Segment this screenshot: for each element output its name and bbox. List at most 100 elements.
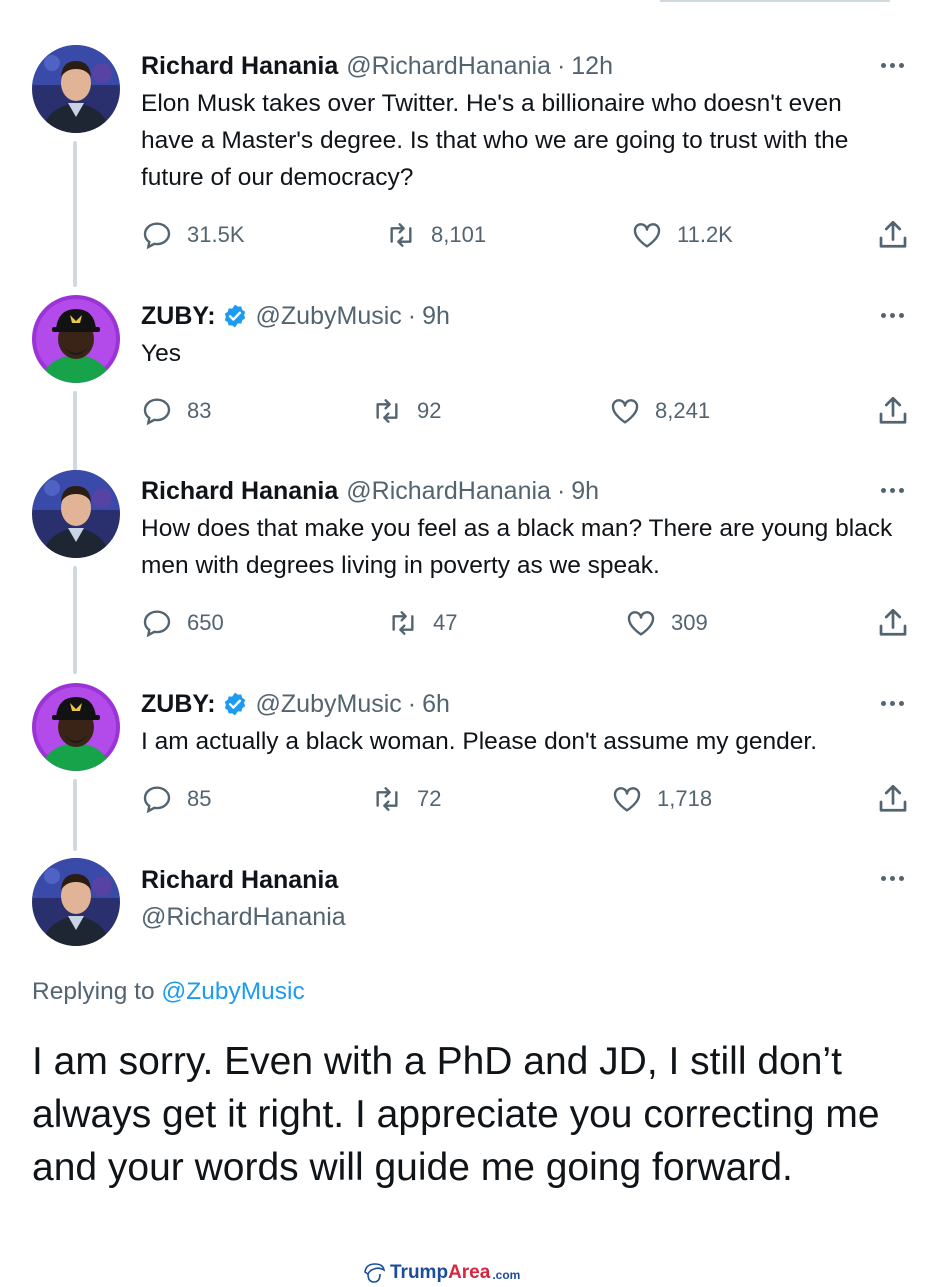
avatar-zuby[interactable]	[32, 683, 120, 771]
share-icon	[879, 784, 907, 812]
share-icon	[879, 220, 907, 248]
author-handle[interactable]: @ZubyMusic	[256, 302, 402, 331]
like-icon	[613, 787, 641, 812]
like-icon	[627, 611, 655, 636]
reply-button[interactable]: 650	[141, 605, 224, 641]
share-button[interactable]	[875, 393, 911, 429]
thread-line	[73, 141, 77, 287]
reply-icon	[143, 398, 171, 426]
watermark-com: .com	[492, 1268, 521, 1282]
like-count: 11.2K	[677, 222, 733, 247]
thread-line	[73, 566, 77, 674]
main-author-handle[interactable]: @RichardHanania	[141, 903, 346, 932]
tweet-actions: 85 72 1,718	[141, 781, 911, 817]
reply-count: 31.5K	[187, 222, 245, 247]
verified-icon	[224, 692, 245, 716]
timestamp[interactable]: 12h	[571, 52, 613, 81]
like-count: 1,718	[657, 786, 713, 811]
tweet-actions: 650 47 309	[141, 605, 911, 641]
tweet-actions: 31.5K 8,101 11.2K	[141, 217, 911, 253]
retweet-button[interactable]: 92	[371, 393, 441, 429]
tweet-text: Yes	[141, 340, 181, 367]
retweet-button[interactable]: 47	[387, 605, 457, 641]
author-name[interactable]: Richard Hanania	[141, 52, 338, 81]
retweet-button[interactable]: 8,101	[385, 217, 486, 253]
avatar-richard-hanania[interactable]	[32, 858, 120, 946]
reply-icon	[143, 222, 171, 250]
timestamp[interactable]: 6h	[422, 690, 450, 719]
share-button[interactable]	[875, 781, 911, 817]
author-handle[interactable]: @RichardHanania	[346, 477, 551, 506]
reply-icon	[143, 610, 171, 638]
like-count: 8,241	[655, 398, 711, 423]
tweet-text: How does that make you feel as a black m…	[141, 515, 893, 579]
author-name[interactable]: ZUBY:	[141, 302, 216, 331]
reply-button[interactable]: 85	[141, 781, 211, 817]
timestamp[interactable]: 9h	[422, 302, 450, 331]
retweet-icon	[390, 223, 412, 247]
replying-to: Replying to @ZubyMusic	[32, 978, 305, 1006]
verified-icon	[224, 304, 245, 328]
like-button[interactable]: 1,718	[611, 781, 712, 817]
retweet-icon	[392, 611, 414, 635]
separator-dot: ·	[556, 51, 566, 80]
retweet-icon	[376, 787, 398, 811]
separator-dot: ·	[407, 689, 417, 718]
share-icon	[879, 608, 907, 636]
retweet-icon	[376, 399, 398, 423]
retweet-button[interactable]: 72	[371, 781, 441, 817]
more-icon[interactable]	[876, 299, 908, 331]
trump-hair-icon	[364, 1263, 386, 1283]
main-author-name[interactable]: Richard Hanania	[141, 866, 338, 895]
author-name[interactable]: ZUBY:	[141, 690, 216, 719]
avatar-richard-hanania[interactable]	[32, 45, 120, 133]
tweet-header: Richard Hanania @RichardHanania · 12h	[141, 49, 613, 83]
watermark: Trump Area .com	[362, 1261, 520, 1285]
tweet-header: Richard Hanania @RichardHanania · 9h	[141, 474, 599, 508]
replying-mention-link[interactable]: @ZubyMusic	[161, 978, 304, 1005]
retweet-count: 8,101	[431, 222, 487, 247]
replying-label: Replying to	[32, 978, 155, 1005]
tweet-actions: 83 92 8,241	[141, 393, 911, 429]
share-button[interactable]	[875, 217, 911, 253]
retweet-count: 47	[433, 610, 458, 635]
reply-button[interactable]: 83	[141, 393, 211, 429]
like-icon	[633, 223, 661, 248]
top-divider	[660, 0, 890, 2]
reply-count: 85	[187, 786, 212, 811]
reply-count: 650	[187, 610, 224, 635]
reply-button[interactable]: 31.5K	[141, 217, 245, 253]
author-name[interactable]: Richard Hanania	[141, 477, 338, 506]
watermark-area: Area	[448, 1262, 491, 1283]
author-handle[interactable]: @ZubyMusic	[256, 690, 402, 719]
main-tweet-text: I am sorry. Even with a PhD and JD, I st…	[32, 1040, 880, 1189]
thread-line	[73, 779, 77, 851]
like-button[interactable]: 11.2K	[631, 217, 733, 253]
avatar-richard-hanania[interactable]	[32, 470, 120, 558]
like-icon	[611, 399, 639, 424]
timestamp[interactable]: 9h	[571, 477, 599, 506]
reply-count: 83	[187, 398, 212, 423]
tweet-text: Elon Musk takes over Twitter. He's a bil…	[141, 90, 849, 191]
share-icon	[879, 396, 907, 424]
avatar-zuby[interactable]	[32, 295, 120, 383]
retweet-count: 72	[417, 786, 442, 811]
watermark-trump: Trump	[390, 1262, 449, 1283]
tweet-header: ZUBY: @ZubyMusic · 6h	[141, 687, 450, 721]
like-count: 309	[671, 610, 708, 635]
share-button[interactable]	[875, 605, 911, 641]
like-button[interactable]: 8,241	[609, 393, 710, 429]
thread-line	[73, 391, 77, 473]
tweet-header: ZUBY: @ZubyMusic · 9h	[141, 299, 450, 333]
author-handle[interactable]: @RichardHanania	[346, 52, 551, 81]
more-icon[interactable]	[876, 687, 908, 719]
like-button[interactable]: 309	[625, 605, 708, 641]
retweet-count: 92	[417, 398, 442, 423]
separator-dot: ·	[556, 476, 566, 505]
more-icon[interactable]	[876, 862, 908, 894]
separator-dot: ·	[407, 301, 417, 330]
tweet-text: I am actually a black woman. Please don'…	[141, 728, 818, 755]
more-icon[interactable]	[876, 49, 908, 81]
more-icon[interactable]	[876, 474, 908, 506]
reply-icon	[143, 786, 171, 814]
